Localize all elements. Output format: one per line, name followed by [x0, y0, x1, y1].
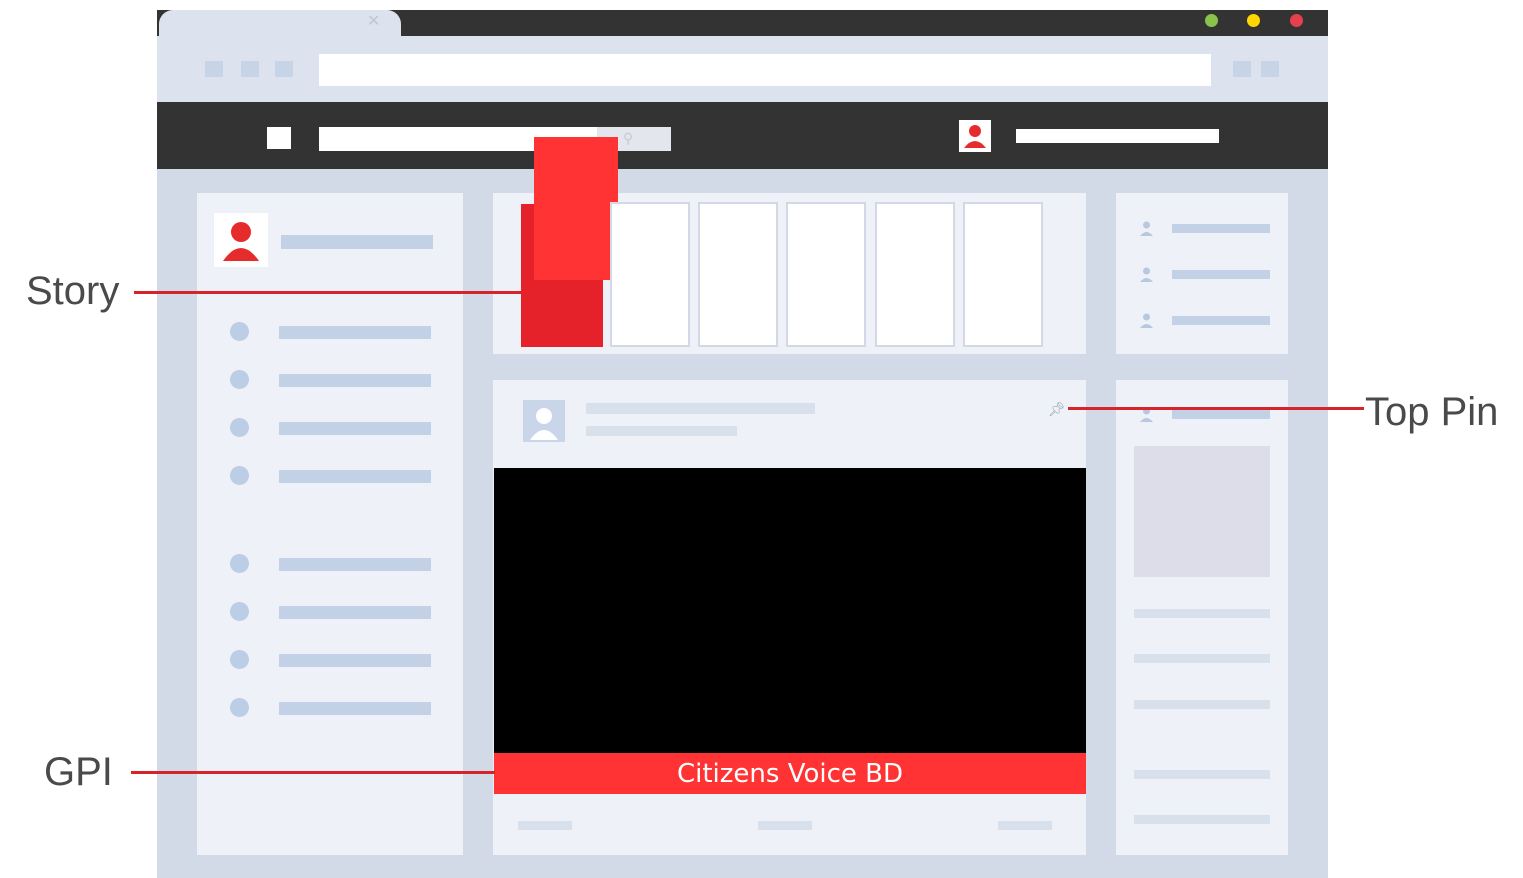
story-card[interactable]	[610, 202, 690, 347]
pin-icon[interactable]: 📌︎	[1048, 400, 1066, 418]
post-time-placeholder	[586, 426, 737, 436]
menu-bullet	[230, 418, 249, 437]
right-list-item	[1134, 654, 1270, 663]
toolbar-square-icon[interactable]	[1233, 61, 1251, 77]
story-card[interactable]	[698, 202, 778, 347]
menu-bullet	[230, 370, 249, 389]
story-label: Story	[26, 269, 120, 313]
menu-bullet	[230, 602, 249, 621]
post-author-name-placeholder	[586, 403, 815, 414]
toolbar-square-icon[interactable]	[241, 61, 259, 77]
menu-item[interactable]	[279, 606, 431, 619]
right-list-item	[1134, 770, 1270, 779]
right-list-item	[1134, 609, 1270, 618]
menu-item[interactable]	[279, 326, 431, 339]
menu-item[interactable]	[279, 654, 431, 667]
post-banner-text: Citizens Voice BD	[676, 758, 904, 789]
like-action[interactable]	[518, 821, 572, 830]
toolbar-square-icon[interactable]	[205, 61, 223, 77]
suggestion-name[interactable]	[1172, 316, 1270, 325]
window-yellow-dot[interactable]	[1247, 14, 1260, 27]
story-card[interactable]	[786, 202, 866, 347]
person-icon	[1138, 266, 1155, 283]
right-list-item	[1134, 815, 1270, 824]
post-author-avatar-icon[interactable]	[523, 400, 565, 442]
profile-avatar-icon[interactable]	[214, 213, 268, 267]
menu-item[interactable]	[279, 702, 431, 715]
user-avatar-icon[interactable]	[959, 120, 991, 152]
post-banner: Citizens Voice BD	[494, 753, 1086, 794]
top-pin-label: Top Pin	[1365, 390, 1499, 434]
post-video[interactable]	[494, 468, 1086, 753]
right-list-item	[1134, 700, 1270, 709]
person-icon	[1138, 312, 1155, 329]
story-pointer-line	[134, 291, 522, 294]
menu-bullet	[230, 650, 249, 669]
profile-name-placeholder	[281, 235, 433, 249]
menu-item[interactable]	[279, 558, 431, 571]
menu-item[interactable]	[279, 374, 431, 387]
menu-bullet	[230, 322, 249, 341]
username-placeholder[interactable]	[1016, 129, 1219, 143]
close-icon[interactable]: ✕	[367, 12, 383, 32]
story-card[interactable]	[963, 202, 1043, 347]
share-action[interactable]	[998, 821, 1052, 830]
menu-bullet	[230, 554, 249, 573]
menu-bullet	[230, 698, 249, 717]
ad-image-placeholder[interactable]	[1134, 446, 1270, 577]
right-sidebar-title	[1172, 410, 1270, 419]
story-highlight	[534, 137, 618, 280]
search-icon: ⚲	[623, 130, 634, 146]
site-logo[interactable]	[267, 127, 291, 149]
suggestion-name[interactable]	[1172, 270, 1270, 279]
menu-item[interactable]	[279, 470, 431, 483]
menu-item[interactable]	[279, 422, 431, 435]
address-bar[interactable]	[319, 54, 1211, 86]
top-pin-pointer-line	[1068, 407, 1364, 410]
toolbar-square-icon[interactable]	[275, 61, 293, 77]
gpi-label: GPI	[44, 750, 113, 794]
window-green-dot[interactable]	[1205, 14, 1218, 27]
person-icon	[1138, 220, 1155, 237]
gpi-pointer-line	[131, 771, 495, 774]
comment-action[interactable]	[758, 821, 812, 830]
toolbar-square-icon[interactable]	[1261, 61, 1279, 77]
suggestion-name[interactable]	[1172, 224, 1270, 233]
menu-bullet	[230, 466, 249, 485]
window-red-dot[interactable]	[1290, 14, 1303, 27]
browser-window: ✕ ⚲ 📌︎ Citizens Voice BD	[157, 10, 1328, 878]
story-card[interactable]	[875, 202, 955, 347]
